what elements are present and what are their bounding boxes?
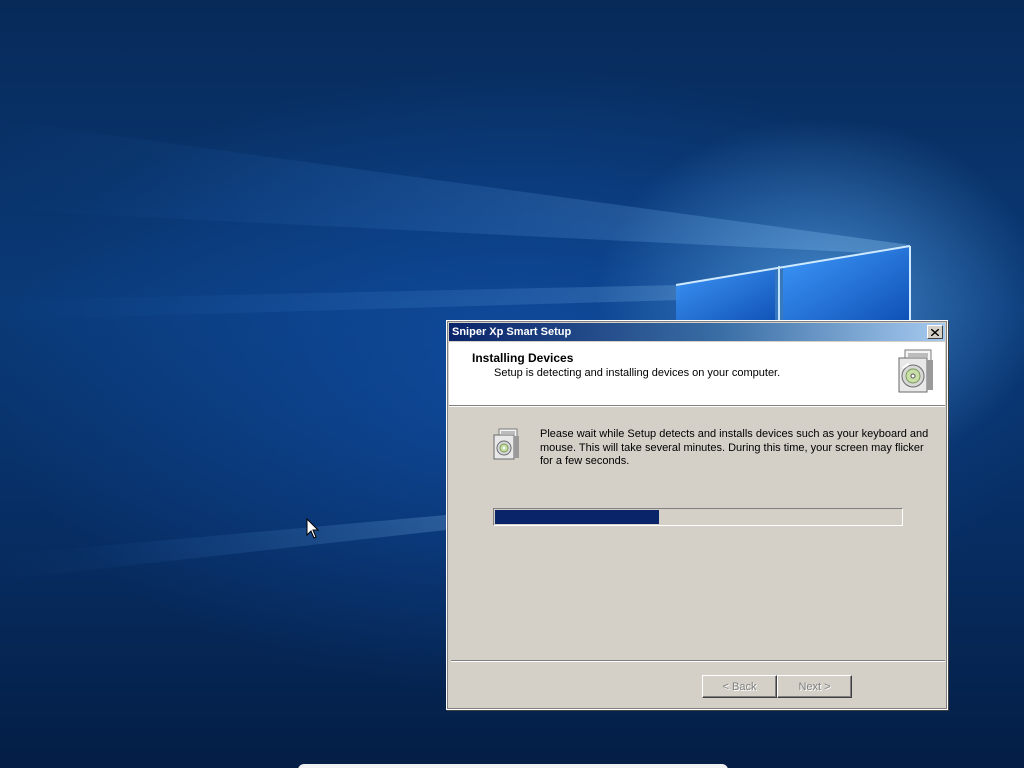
next-button[interactable]: Next > [777,675,852,698]
window-title: Sniper Xp Smart Setup [452,326,572,338]
setup-disk-icon [898,349,933,393]
back-button[interactable]: < Back [702,675,777,698]
setup-box-icon [493,428,519,460]
close-icon [931,328,939,336]
install-progress-bar [493,508,903,526]
close-button[interactable] [927,325,943,339]
progress-fill [495,510,659,524]
wizard-header: Installing Devices Setup is detecting an… [449,342,945,406]
taskbar-edge [298,764,728,768]
header-divider [449,406,945,407]
install-message: Please wait while Setup detects and inst… [540,428,929,467]
page-subtitle: Setup is detecting and installing device… [494,367,781,379]
title-bar[interactable]: Sniper Xp Smart Setup [449,323,945,341]
footer-divider [451,660,945,662]
setup-dialog: Sniper Xp Smart Setup Installing Devices… [446,320,948,710]
page-title: Installing Devices [472,351,574,365]
mouse-pointer-icon [306,518,320,539]
